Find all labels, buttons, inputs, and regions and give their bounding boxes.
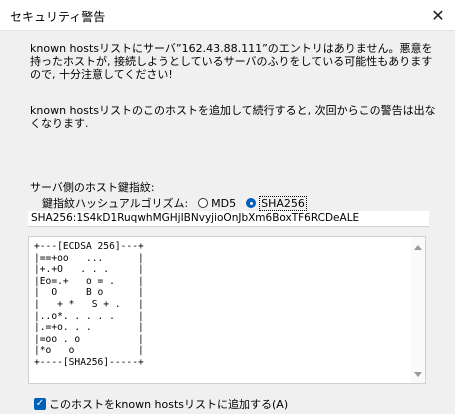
radio-sha256-label[interactable]: SHA256 xyxy=(259,195,307,211)
randomart-scrollbar[interactable] xyxy=(411,237,425,383)
scroll-down-icon[interactable] xyxy=(414,372,422,377)
fingerprint-value-field[interactable]: SHA256:1S4kD1RuqwhMGHjIBNvyjioOnJbXm6Box… xyxy=(28,211,429,227)
radio-md5[interactable]: MD5 xyxy=(198,197,236,210)
add-known-hosts-label[interactable]: このホストをknown hostsリストに追加する(A) xyxy=(49,396,288,412)
hash-algorithm-row: 鍵指紋ハッシュアルゴリズム: MD5 SHA256 xyxy=(42,195,307,211)
warning-message: known hostsリストにサーバ”162.43.88.111”のエントリはあ… xyxy=(30,42,433,81)
close-icon[interactable]: ✕ xyxy=(421,0,455,30)
randomart-text: +---[ECDSA 256]---+ |==+oo ... | |+.+O .… xyxy=(34,241,144,368)
fingerprint-label: サーバ側のホスト鍵指紋: xyxy=(30,181,155,194)
hash-algorithm-label: 鍵指紋ハッシュアルゴリズム: xyxy=(42,197,189,210)
add-known-hosts-checkbox[interactable]: ✓ xyxy=(34,398,46,410)
radio-sha256[interactable]: SHA256 xyxy=(246,195,307,211)
radio-md5-label[interactable]: MD5 xyxy=(211,197,236,210)
radio-sha256-indicator[interactable] xyxy=(246,198,257,208)
scroll-up-icon[interactable] xyxy=(414,245,422,250)
info-message: known hostsリストのこのホストを追加して続行すると, 次回からこの警告… xyxy=(30,104,436,130)
radio-md5-indicator[interactable] xyxy=(198,198,209,208)
window-title: セキュリティ警告 xyxy=(10,10,106,24)
add-known-hosts-row[interactable]: ✓ このホストをknown hostsリストに追加する(A) xyxy=(34,396,288,412)
randomart-box[interactable]: +---[ECDSA 256]---+ |==+oo ... | |+.+O .… xyxy=(28,236,426,384)
title-bar: セキュリティ警告 ✕ xyxy=(0,0,455,31)
